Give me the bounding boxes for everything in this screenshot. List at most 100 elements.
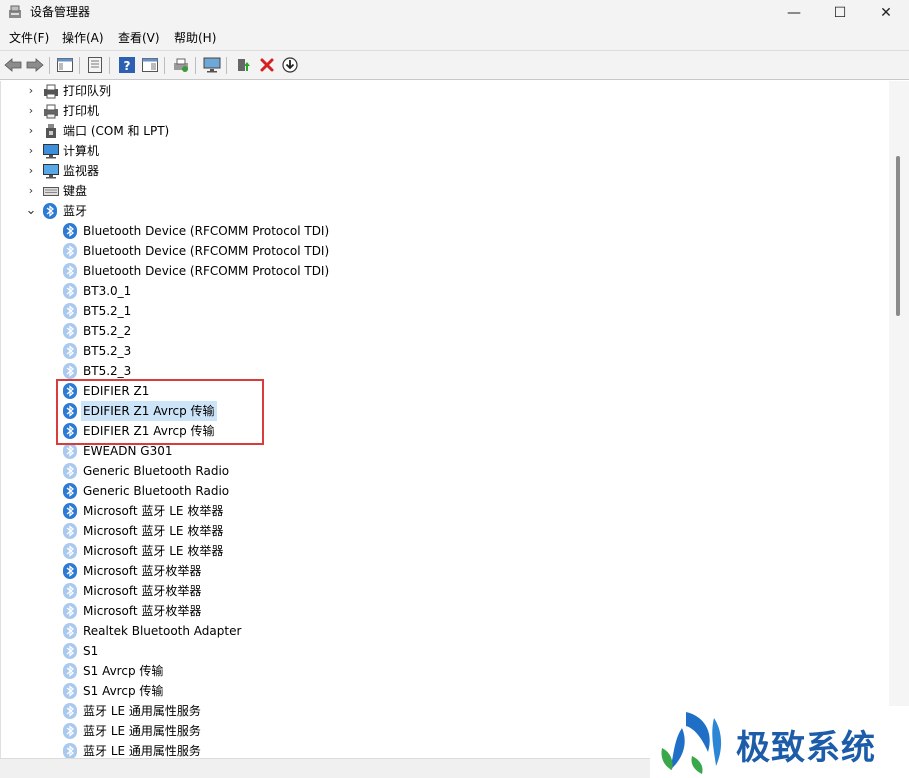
tree-item-bluetooth-device[interactable]: Microsoft 蓝牙枚举器	[1, 581, 881, 601]
tree-item-bluetooth-device[interactable]: Microsoft 蓝牙 LE 枚举器	[1, 521, 881, 541]
close-button[interactable]: ✕	[863, 0, 909, 26]
tree-item-label: Bluetooth Device (RFCOMM Protocol TDI)	[83, 224, 330, 238]
minimize-button[interactable]: —	[771, 0, 817, 26]
scan-hardware-button[interactable]	[202, 55, 222, 75]
minimize-icon: —	[787, 5, 801, 21]
action-pane-button[interactable]	[140, 55, 160, 75]
tree-category-label: 端口 (COM 和 LPT)	[63, 124, 170, 138]
back-button[interactable]	[3, 55, 23, 75]
tree-item-bluetooth-device[interactable]: BT3.0_1	[1, 281, 881, 301]
bluetooth-icon	[63, 343, 77, 359]
tree-category-printer[interactable]: › 打印机	[1, 101, 881, 121]
chevron-right-icon[interactable]: ›	[25, 101, 37, 121]
bluetooth-icon	[63, 523, 77, 539]
tree-item-bluetooth-device[interactable]: BT5.2_3	[1, 361, 881, 381]
help-icon: ?	[119, 57, 135, 73]
svg-text:?: ?	[124, 59, 131, 73]
tree-item-label: 蓝牙 LE 通用属性服务	[83, 724, 201, 738]
window-title: 设备管理器	[30, 5, 91, 19]
bluetooth-icon	[63, 563, 77, 579]
scrollbar-thumb[interactable]	[896, 156, 900, 316]
tree-item-bluetooth-device[interactable]: Bluetooth Device (RFCOMM Protocol TDI)	[1, 221, 881, 241]
help-button[interactable]: ?	[117, 55, 137, 75]
menu-bar: 文件(F) 操作(A) 查看(V) 帮助(H)	[0, 26, 909, 50]
keyboard-icon	[43, 183, 59, 199]
console-tree-icon	[57, 58, 73, 72]
tree-item-bluetooth-device[interactable]: Microsoft 蓝牙枚举器	[1, 601, 881, 621]
bluetooth-icon	[63, 623, 77, 639]
tree-item-bluetooth-device[interactable]: BT5.2_1	[1, 301, 881, 321]
tree-item-label: S1	[83, 644, 99, 658]
tree-item-bluetooth-device[interactable]: Bluetooth Device (RFCOMM Protocol TDI)	[1, 241, 881, 261]
menu-help[interactable]: 帮助(H)	[174, 30, 216, 46]
tree-category-computer[interactable]: › 计算机	[1, 141, 881, 161]
tree-item-label: Microsoft 蓝牙枚举器	[83, 564, 202, 578]
tree-category-bluetooth[interactable]: ⌄ 蓝牙	[1, 201, 881, 221]
tree-item-bluetooth-device[interactable]: Generic Bluetooth Radio	[1, 461, 881, 481]
update-driver-icon	[238, 59, 250, 71]
tree-item-label: BT5.2_1	[83, 304, 132, 318]
tree-category-label: 计算机	[63, 144, 100, 158]
tree-item-bluetooth-device[interactable]: Generic Bluetooth Radio	[1, 481, 881, 501]
tree-item-bluetooth-device[interactable]: S1 Avrcp 传输	[1, 681, 881, 701]
tree-item-label: Generic Bluetooth Radio	[83, 464, 230, 478]
bluetooth-icon	[63, 283, 77, 299]
print-button[interactable]	[171, 55, 191, 75]
tree-item-bluetooth-device[interactable]: Microsoft 蓝牙 LE 枚举器	[1, 501, 881, 521]
bluetooth-icon	[63, 243, 77, 259]
update-driver-button[interactable]	[233, 55, 253, 75]
uninstall-x-icon	[260, 58, 274, 72]
bluetooth-icon	[63, 463, 77, 479]
tree-item-label: Microsoft 蓝牙 LE 枚举器	[83, 544, 224, 558]
tree-item-bluetooth-device[interactable]: BT5.2_2	[1, 321, 881, 341]
tree-item-label: BT5.2_2	[83, 324, 132, 338]
tree-category-port[interactable]: › 端口 (COM 和 LPT)	[1, 121, 881, 141]
watermark-text: 极致系统	[736, 728, 876, 768]
tree-item-label: Realtek Bluetooth Adapter	[83, 624, 242, 638]
bluetooth-icon	[63, 663, 77, 679]
bluetooth-icon	[63, 603, 77, 619]
vertical-scrollbar[interactable]	[889, 81, 909, 758]
chevron-right-icon[interactable]: ›	[25, 141, 37, 161]
chevron-right-icon[interactable]: ›	[25, 81, 37, 101]
properties-button[interactable]	[85, 55, 105, 75]
chevron-down-icon[interactable]: ⌄	[25, 201, 37, 221]
tree-item-label: Microsoft 蓝牙枚举器	[83, 604, 202, 618]
tree-item-bluetooth-device[interactable]: Bluetooth Device (RFCOMM Protocol TDI)	[1, 261, 881, 281]
tree-item-bluetooth-device[interactable]: S1	[1, 641, 881, 661]
tree-item-label: Generic Bluetooth Radio	[83, 484, 230, 498]
chevron-right-icon[interactable]: ›	[25, 121, 37, 141]
chevron-right-icon[interactable]: ›	[25, 181, 37, 201]
tree-category-monitor[interactable]: › 监视器	[1, 161, 881, 181]
uninstall-button[interactable]	[257, 55, 277, 75]
bluetooth-icon	[63, 543, 77, 559]
tree-item-bluetooth-device[interactable]: S1 Avrcp 传输	[1, 661, 881, 681]
bluetooth-icon	[63, 723, 77, 739]
printer-queue-icon	[43, 83, 59, 99]
bluetooth-icon	[63, 323, 77, 339]
bluetooth-icon	[63, 483, 77, 499]
menu-action[interactable]: 操作(A)	[62, 30, 104, 46]
tree-category-label: 蓝牙	[63, 204, 88, 218]
maximize-icon: ☐	[833, 5, 847, 21]
tree-item-bluetooth-device[interactable]: Realtek Bluetooth Adapter	[1, 621, 881, 641]
tree-item-label: Microsoft 蓝牙 LE 枚举器	[83, 504, 224, 518]
tree-item-bluetooth-device[interactable]: Microsoft 蓝牙 LE 枚举器	[1, 541, 881, 561]
tree-item-bluetooth-device[interactable]: BT5.2_3	[1, 341, 881, 361]
forward-button[interactable]	[25, 55, 45, 75]
disable-device-button[interactable]	[280, 55, 300, 75]
title-bar: 设备管理器 — ☐ ✕	[0, 0, 909, 26]
menu-file[interactable]: 文件(F)	[9, 30, 49, 46]
menu-view[interactable]: 查看(V)	[118, 30, 160, 46]
tree-category-keyboard[interactable]: › 键盘	[1, 181, 881, 201]
tree-category-printer-queue[interactable]: › 打印队列	[1, 81, 881, 101]
tree-item-label: Microsoft 蓝牙枚举器	[83, 584, 202, 598]
tree-item-label: BT5.2_3	[83, 364, 132, 378]
tree-item-bluetooth-device[interactable]: Microsoft 蓝牙枚举器	[1, 561, 881, 581]
chevron-right-icon[interactable]: ›	[25, 161, 37, 181]
bluetooth-icon	[63, 703, 77, 719]
maximize-button[interactable]: ☐	[817, 0, 863, 26]
tree-item-label: 蓝牙 LE 通用属性服务	[83, 744, 201, 758]
console-tree-button[interactable]	[55, 55, 75, 75]
watermark-brand-icon	[661, 712, 722, 774]
